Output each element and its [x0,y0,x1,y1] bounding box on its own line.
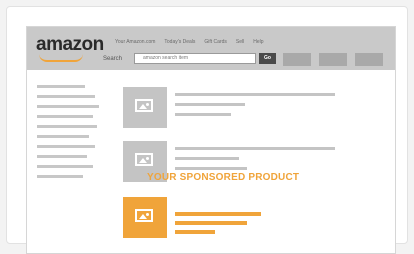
go-button[interactable]: Go [259,53,276,64]
product-text-line [175,103,245,106]
sidebar-item[interactable] [37,165,93,168]
image-placeholder-icon [135,209,153,222]
nav-link-gift-cards[interactable]: Gift Cards [204,39,227,45]
sidebar-item[interactable] [37,175,83,178]
nav-link-your-account[interactable]: Your Amazon.com [115,39,155,45]
sponsored-thumbnail[interactable] [123,197,167,238]
sidebar-item[interactable] [37,85,85,88]
header-button-1[interactable] [283,53,311,66]
header-bar: amazon Your Amazon.com Today's Deals Gif… [27,27,395,70]
nav-links: Your Amazon.com Today's Deals Gift Cards… [115,39,264,45]
sidebar-item[interactable] [37,155,87,158]
nav-link-sell[interactable]: Sell [236,39,244,45]
product-text-line [175,157,239,160]
product-title-line [175,93,335,96]
sidebar-item[interactable] [37,145,95,148]
sponsored-product-title[interactable]: YOUR SPONSORED PRODUCT [147,172,299,183]
image-placeholder-icon [135,99,153,112]
sidebar-item[interactable] [37,95,95,98]
product-text-line [175,113,231,116]
product-thumbnail[interactable] [123,87,167,128]
sponsored-text-line [175,221,247,225]
sidebar [37,85,99,185]
sponsored-text-line [175,230,215,234]
amazon-logo[interactable]: amazon [36,35,104,54]
nav-link-help[interactable]: Help [253,39,263,45]
browser-wireframe: amazon Your Amazon.com Today's Deals Gif… [26,26,396,254]
nav-link-todays-deals[interactable]: Today's Deals [164,39,195,45]
header-button-3[interactable] [355,53,383,66]
header-button-2[interactable] [319,53,347,66]
product-text-line [175,167,247,170]
product-title-line [175,147,335,150]
search-label: Search [103,56,123,62]
logo-smile-icon [39,54,83,62]
image-placeholder-icon [135,153,153,166]
sidebar-item[interactable] [37,105,99,108]
sidebar-item[interactable] [37,115,93,118]
sponsored-text-line [175,212,261,216]
sidebar-item[interactable] [37,125,97,128]
sidebar-item[interactable] [37,135,89,138]
search-input[interactable]: amazon search item [134,53,256,64]
